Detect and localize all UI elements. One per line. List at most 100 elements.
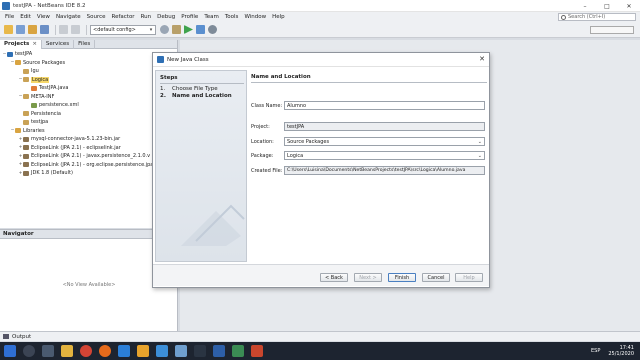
file-explorer-icon[interactable]: [61, 345, 73, 357]
package-select[interactable]: Logica ⌄: [284, 151, 485, 160]
taskbar: ESP 17:41 25/1/2020: [0, 342, 640, 360]
memory-bar[interactable]: [590, 26, 634, 34]
menu-view[interactable]: View: [34, 14, 53, 20]
package-row: Package: Logica ⌄: [251, 151, 485, 160]
language-indicator[interactable]: ESP: [591, 348, 600, 354]
step-item-current: 2. Name and Location: [160, 93, 246, 100]
undo-icon[interactable]: [59, 25, 68, 34]
class-name-field[interactable]: Alumno: [284, 101, 485, 110]
tab-services[interactable]: Services: [42, 40, 75, 49]
config-select[interactable]: <default config> ▾: [90, 24, 156, 35]
chrome-icon[interactable]: [80, 345, 92, 357]
tree-node[interactable]: + EclipseLink (JPA 2.1) - eclipselink.jar: [2, 144, 177, 153]
app-icon[interactable]: [251, 345, 263, 357]
menu-profile[interactable]: Profile: [178, 14, 201, 20]
debug-icon[interactable]: [196, 25, 205, 34]
jar-icon: [23, 162, 29, 168]
skype-icon[interactable]: [156, 345, 168, 357]
close-icon[interactable]: ×: [32, 41, 37, 47]
minimize-button[interactable]: –: [574, 0, 596, 12]
menu-run[interactable]: Run: [138, 14, 155, 20]
folder-icon: [15, 128, 21, 134]
menu-tools[interactable]: Tools: [222, 14, 242, 20]
word-icon[interactable]: [118, 345, 130, 357]
project-icon: [7, 51, 13, 57]
tree-node[interactable]: + JDK 1.8 (Default): [2, 169, 177, 178]
app-icon[interactable]: [194, 345, 206, 357]
tree-node[interactable]: + EclipseLink (JPA 2.1) - javax.persisten…: [2, 152, 177, 161]
help-button[interactable]: Help: [455, 273, 483, 282]
menu-source[interactable]: Source: [84, 14, 109, 20]
visual-studio-icon[interactable]: [213, 345, 225, 357]
tree-node[interactable]: testjpa: [2, 118, 177, 127]
project-field: testJPA: [284, 122, 485, 131]
tree-node[interactable]: − META-INF: [2, 93, 177, 102]
tab-files-label: Files: [78, 41, 91, 47]
clean-build-icon[interactable]: [172, 25, 181, 34]
netbeans-taskbar-icon[interactable]: [175, 345, 187, 357]
maximize-button[interactable]: □: [596, 0, 618, 12]
tab-navigator[interactable]: Navigator: [0, 230, 177, 239]
menu-help[interactable]: Help: [269, 14, 288, 20]
netbeans-icon: [2, 1, 10, 10]
tree-node[interactable]: − testJPA: [2, 50, 177, 59]
menu-navigate[interactable]: Navigate: [53, 14, 84, 20]
next-button[interactable]: Next >: [354, 273, 382, 282]
app-icon[interactable]: [232, 345, 244, 357]
menu-refactor[interactable]: Refactor: [109, 14, 138, 20]
menu-edit[interactable]: Edit: [17, 14, 34, 20]
search-taskbar-icon[interactable]: [23, 345, 35, 357]
close-button[interactable]: ✕: [618, 0, 640, 12]
build-icon[interactable]: [160, 25, 169, 34]
clock[interactable]: 17:41 25/1/2020: [608, 345, 634, 357]
task-view-icon[interactable]: [42, 345, 54, 357]
new-project-icon[interactable]: [16, 25, 25, 34]
firefox-icon[interactable]: [99, 345, 111, 357]
tree-node[interactable]: Igu: [2, 67, 177, 76]
tree-node[interactable]: TestJPA.java: [2, 84, 177, 93]
tree-node-label: persistence.xml: [39, 102, 79, 109]
vlc-icon[interactable]: [137, 345, 149, 357]
tab-projects[interactable]: Projects ×: [0, 40, 42, 49]
tree-node[interactable]: + mysql-connector-java-5.1.23-bin.jar: [2, 135, 177, 144]
menu-team[interactable]: Team: [201, 14, 222, 20]
profile-icon[interactable]: [208, 25, 217, 34]
toolbar: <default config> ▾: [0, 22, 640, 38]
location-select[interactable]: Source Packages ⌄: [284, 137, 485, 146]
tree-node[interactable]: − Source Packages: [2, 59, 177, 68]
run-icon[interactable]: [184, 25, 193, 34]
toolbar-separator: [55, 24, 56, 35]
tree-node[interactable]: + EclipseLink (JPA 2.1) - org.eclipse.per…: [2, 161, 177, 170]
cancel-button[interactable]: Cancel: [422, 273, 450, 282]
output-label: Output: [12, 333, 32, 340]
window-controls: – □ ✕: [574, 0, 640, 12]
class-name-label: Class Name:: [251, 102, 283, 109]
menu-file[interactable]: File: [2, 14, 17, 20]
tab-services-label: Services: [45, 41, 70, 47]
menu-window[interactable]: Window: [241, 14, 269, 20]
search-icon: [561, 14, 566, 20]
search-input[interactable]: Search (Ctrl+I): [558, 13, 636, 21]
netbeans-icon: [157, 56, 164, 63]
close-icon[interactable]: ✕: [479, 55, 485, 63]
tree-node-label: META-INF: [31, 93, 55, 100]
redo-icon[interactable]: [71, 25, 80, 34]
output-bar[interactable]: Output: [0, 331, 640, 341]
jar-icon: [23, 170, 29, 176]
jar-icon: [23, 153, 29, 159]
tree-node[interactable]: − Libraries: [2, 127, 177, 136]
back-button[interactable]: < Back: [320, 273, 348, 282]
name-location-panel: Name and Location Class Name: Alumno Pro…: [249, 70, 487, 262]
menu-debug[interactable]: Debug: [154, 14, 178, 20]
save-all-icon[interactable]: [40, 25, 49, 34]
open-project-icon[interactable]: [28, 25, 37, 34]
tab-files[interactable]: Files: [74, 40, 96, 49]
dialog-body: Steps 1. Choose File Type 2. Name and Loca…: [153, 68, 489, 263]
finish-button[interactable]: Finish: [388, 273, 416, 282]
new-file-icon[interactable]: [4, 25, 13, 34]
tree-node[interactable]: − Logica: [2, 76, 177, 85]
tree-node[interactable]: Persistencia: [2, 110, 177, 119]
tree-node[interactable]: persistence.xml: [2, 101, 177, 110]
location-value: Source Packages: [287, 138, 330, 145]
windows-start-icon[interactable]: [4, 345, 16, 357]
